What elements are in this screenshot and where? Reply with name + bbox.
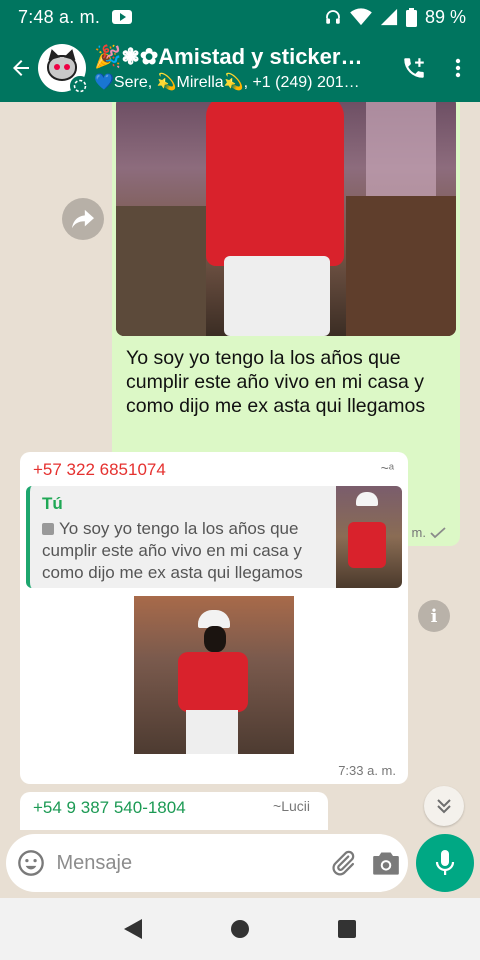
back-arrow-icon bbox=[13, 60, 29, 76]
status-bar: 7:48 a. m. 89 % bbox=[0, 0, 480, 34]
youtube-notification-icon bbox=[112, 10, 133, 24]
info-button[interactable]: i bbox=[418, 600, 450, 632]
cat-avatar-image bbox=[47, 55, 77, 81]
avatar-eye-left bbox=[54, 64, 60, 70]
status-time: 7:48 a. m. bbox=[18, 6, 101, 27]
chat-title-area[interactable]: 🎉❃✿Amistad y stickers… 💙Sere, 💫Mirella💫,… bbox=[94, 44, 392, 92]
info-icon: i bbox=[430, 605, 438, 627]
incoming-message[interactable]: +54 9 387 540-1804 ~Lucii bbox=[20, 792, 328, 830]
system-nav-bar bbox=[0, 898, 480, 960]
nav-home-button[interactable] bbox=[220, 909, 260, 949]
emoji-button[interactable] bbox=[6, 834, 56, 892]
chat-participants: 💙Sere, 💫Mirella💫, +1 (249) 201… bbox=[94, 74, 360, 91]
more-options-button[interactable] bbox=[436, 46, 480, 90]
add-call-button[interactable] bbox=[392, 46, 436, 90]
quote-author: Tú bbox=[42, 494, 63, 513]
message-photo[interactable] bbox=[134, 596, 294, 754]
nav-home-icon bbox=[230, 920, 249, 938]
emoji-icon bbox=[18, 850, 45, 876]
wifi-icon bbox=[350, 8, 372, 26]
nav-recents-button[interactable] bbox=[327, 909, 367, 949]
message-caption: Yo soy yo tengo la los años que cumplir … bbox=[126, 347, 426, 417]
group-avatar[interactable] bbox=[38, 44, 90, 96]
status-icons: 89 % bbox=[324, 7, 466, 28]
quote-thumbnail bbox=[336, 486, 402, 588]
scroll-to-bottom-button[interactable] bbox=[424, 786, 464, 826]
headphones-icon bbox=[326, 10, 340, 24]
mic-icon bbox=[435, 850, 455, 875]
avatar-eye-right bbox=[64, 64, 70, 70]
camera-button[interactable] bbox=[365, 834, 408, 892]
chat-title: 🎉❃✿Amistad y stickers… bbox=[94, 44, 370, 69]
single-check-icon bbox=[430, 526, 446, 538]
message-photo[interactable] bbox=[116, 102, 456, 336]
sender-pushname: ~ᵃ bbox=[380, 460, 394, 476]
message-time: 7:33 a. m. bbox=[338, 763, 396, 778]
message-composer bbox=[0, 830, 480, 898]
quote-text-content: Yo soy yo tengo la los años que cumplir … bbox=[42, 519, 303, 582]
forward-icon bbox=[72, 209, 94, 229]
forward-button[interactable] bbox=[62, 198, 104, 240]
chevron-double-down-icon bbox=[437, 799, 451, 814]
nav-back-icon bbox=[124, 919, 143, 939]
quote-text: Yo soy yo tengo la los años que cumplir … bbox=[42, 518, 332, 584]
sender-pushname: ~Lucii bbox=[273, 798, 310, 814]
chat-area[interactable]: Yo soy yo tengo la los años que cumplir … bbox=[0, 102, 480, 830]
sender-phone[interactable]: +54 9 387 540-1804 bbox=[33, 798, 186, 818]
incoming-reply-message[interactable]: +57 322 6851074 ~ᵃ Tú Yo soy yo tengo la… bbox=[20, 452, 408, 784]
back-button[interactable] bbox=[4, 48, 38, 88]
input-box bbox=[6, 834, 408, 892]
status-ring-icon bbox=[70, 76, 90, 96]
more-vert-icon bbox=[455, 58, 461, 78]
voice-message-button[interactable] bbox=[416, 834, 474, 892]
chat-header: 🎉❃✿Amistad y stickers… 💙Sere, 💫Mirella💫,… bbox=[0, 34, 480, 102]
quoted-message[interactable]: Tú Yo soy yo tengo la los años que cumpl… bbox=[26, 486, 402, 588]
nav-recents-icon bbox=[337, 920, 356, 938]
camera-icon bbox=[373, 852, 400, 875]
add-call-icon bbox=[404, 58, 424, 78]
signal-icon bbox=[380, 8, 398, 26]
battery-percent: 89 % bbox=[424, 6, 466, 27]
photo-icon bbox=[42, 523, 54, 535]
message-input[interactable] bbox=[56, 851, 322, 875]
battery-icon bbox=[405, 7, 417, 27]
attach-icon bbox=[332, 850, 355, 876]
sender-phone[interactable]: +57 322 6851074 bbox=[33, 460, 166, 480]
nav-back-button[interactable] bbox=[113, 909, 153, 949]
attach-button[interactable] bbox=[321, 834, 364, 892]
